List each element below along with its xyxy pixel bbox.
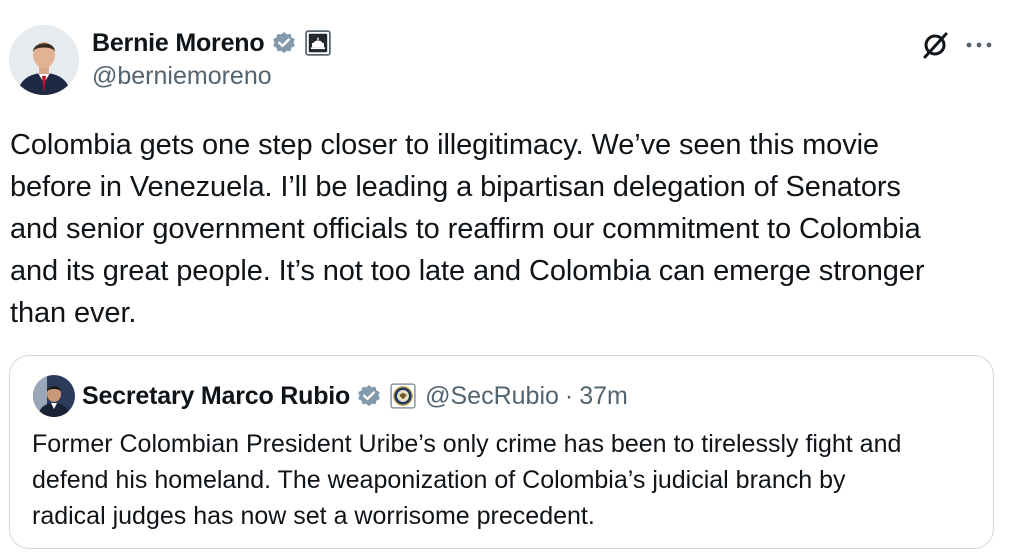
quoted-author-avatar[interactable] — [33, 375, 75, 417]
verified-badge-icon[interactable] — [271, 30, 297, 56]
more-options-icon[interactable] — [962, 32, 996, 58]
author-name-row: Bernie Moreno — [92, 26, 332, 60]
state-department-seal-icon[interactable] — [390, 383, 416, 409]
quoted-tweet-header: Secretary Marco Rubio @SecRubio · 37m — [82, 378, 628, 414]
author-handle[interactable]: @berniemoreno — [92, 62, 331, 91]
tweet-card: Bernie Moreno @berniemoreno Colombia get… — [0, 0, 1024, 552]
capitol-building-icon[interactable] — [305, 30, 332, 56]
tweet-text: Colombia gets one step closer to illegit… — [10, 129, 925, 329]
author-info: Bernie Moreno @berniemoreno — [92, 26, 332, 91]
separator-dot: · — [564, 381, 574, 410]
author-avatar[interactable] — [9, 25, 79, 95]
grok-icon[interactable] — [920, 30, 950, 60]
verified-badge-icon[interactable] — [356, 383, 382, 409]
quoted-tweet-timestamp[interactable]: 37m — [579, 382, 628, 411]
quoted-tweet-text: Former Colombian President Uribe’s only … — [32, 430, 902, 530]
quoted-author-handle[interactable]: @SecRubio — [425, 382, 559, 411]
author-display-name[interactable]: Bernie Moreno — [92, 29, 265, 58]
quoted-author-display-name[interactable]: Secretary Marco Rubio — [82, 382, 350, 411]
quoted-tweet[interactable]: Secretary Marco Rubio @SecRubio · 37m Fo… — [9, 355, 994, 549]
